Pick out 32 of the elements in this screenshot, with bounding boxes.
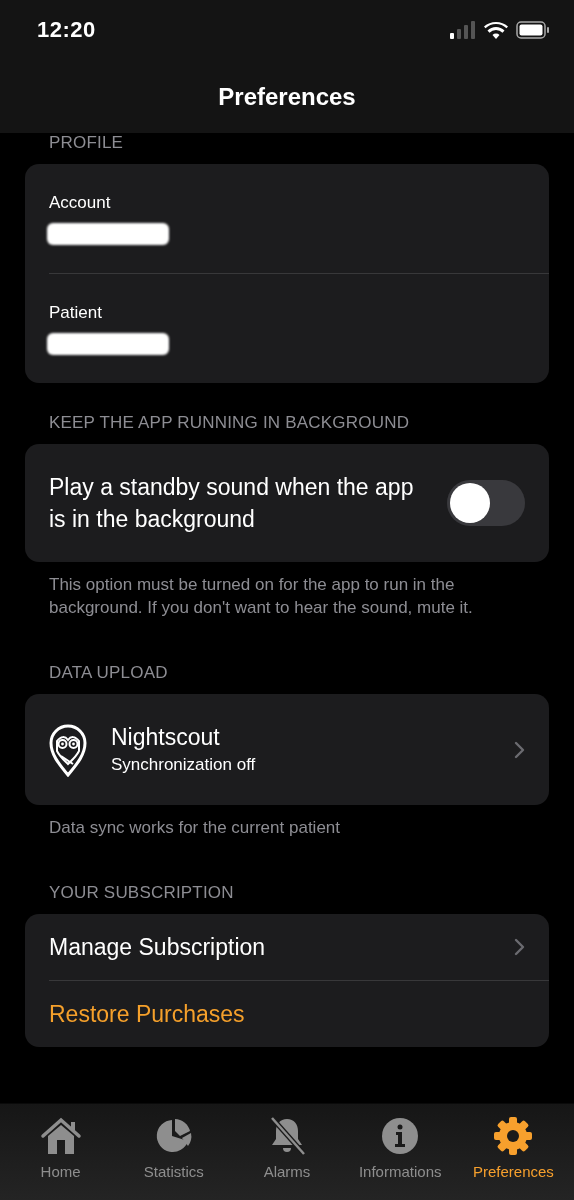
signal-icon bbox=[450, 21, 476, 39]
section-header: PROFILE bbox=[48, 133, 125, 154]
home-icon bbox=[38, 1116, 83, 1156]
section-header: YOUR SUBSCRIPTION bbox=[48, 883, 235, 904]
section-header: DATA UPLOAD bbox=[48, 663, 169, 684]
tab[interactable]: Preferences bbox=[456, 1104, 570, 1200]
muted-bell-icon bbox=[268, 1116, 306, 1156]
wifi-icon bbox=[484, 21, 508, 39]
tab[interactable]: Home bbox=[4, 1104, 118, 1200]
section-footer: Data sync works for the current patient bbox=[25, 805, 549, 839]
field-label: Account bbox=[49, 192, 111, 213]
section-footer: This option must be turned on for the app to run in the background. If you don't want to hear the sound, mute it. bbox=[25, 562, 549, 619]
toggle-switch[interactable] bbox=[447, 480, 525, 526]
tab[interactable]: Informations bbox=[343, 1104, 457, 1200]
setting-label: Play a standby sound when the app is in the background bbox=[49, 473, 415, 534]
action-link[interactable]: Restore Purchases bbox=[49, 1000, 245, 1028]
owl-pin-icon bbox=[49, 722, 87, 777]
chevron-icon bbox=[514, 938, 525, 956]
settings-icon bbox=[493, 1116, 534, 1156]
field-label: Patient bbox=[49, 302, 102, 323]
chevron-icon bbox=[514, 740, 525, 759]
info-icon bbox=[381, 1117, 420, 1155]
pie-chart-icon bbox=[154, 1117, 193, 1155]
menu-item[interactable]: Manage Subscription bbox=[49, 933, 266, 961]
clock: 12:20 bbox=[37, 17, 96, 43]
service-title[interactable]: Nightscout bbox=[111, 724, 490, 751]
service-status: Synchronization off bbox=[111, 755, 257, 775]
page-title: Preferences bbox=[218, 82, 356, 111]
tab[interactable]: Alarms bbox=[230, 1104, 344, 1200]
battery-icon bbox=[516, 21, 550, 39]
tab[interactable]: Statistics bbox=[117, 1104, 231, 1200]
section-header: KEEP THE APP RUNNING IN BACKGROUND bbox=[48, 413, 411, 434]
